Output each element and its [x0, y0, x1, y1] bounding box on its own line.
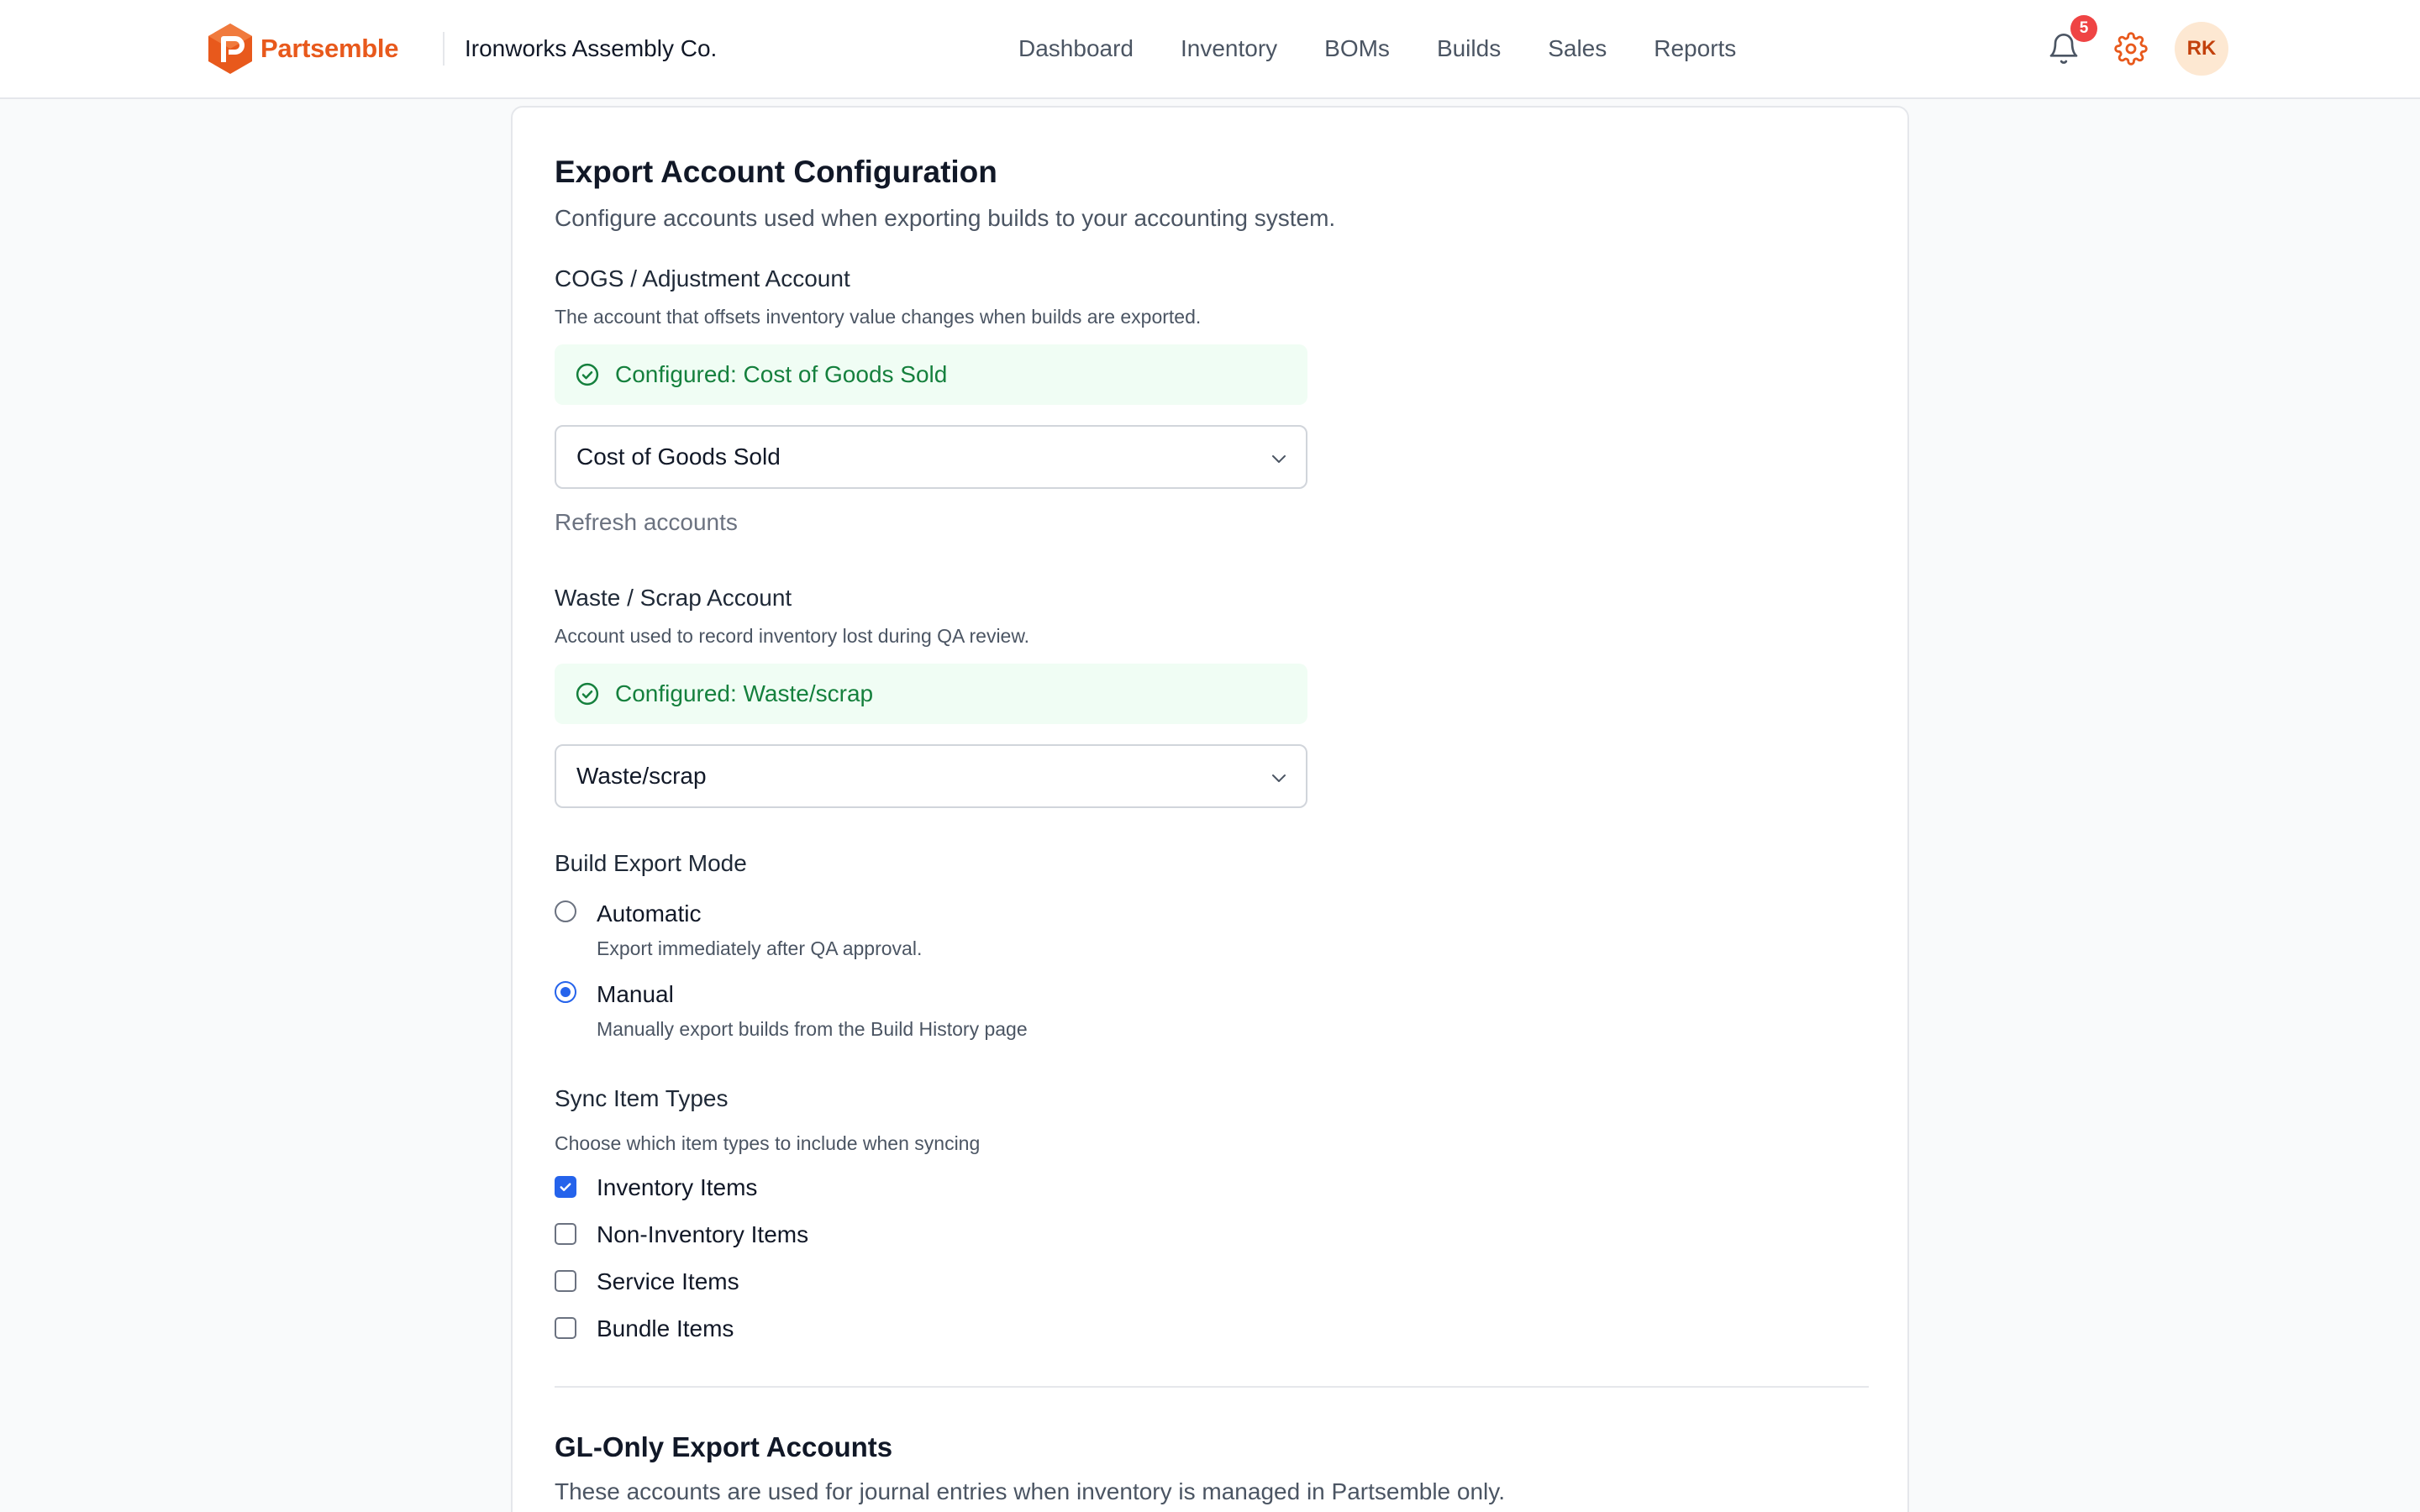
chevron-down-icon — [1272, 774, 1286, 782]
waste-status-banner: Configured: Waste/scrap — [555, 664, 1307, 724]
organization-name: Ironworks Assembly Co. — [465, 35, 718, 61]
sync-service-items-label[interactable]: Service Items — [597, 1268, 739, 1295]
cogs-account-select[interactable]: Cost of Goods Sold — [555, 425, 1307, 489]
export-mode-manual-radio[interactable] — [555, 981, 576, 1003]
cogs-status-text: Configured: Cost of Goods Sold — [615, 361, 948, 387]
main-nav: Dashboard Inventory BOMs Builds Sales Re… — [1018, 30, 1783, 67]
page-subtitle: Configure accounts used when exporting b… — [555, 205, 1336, 231]
section-divider — [555, 1386, 1869, 1388]
export-mode-automatic-description: Export immediately after QA approval. — [597, 937, 923, 959]
cogs-selected-value: Cost of Goods Sold — [576, 444, 781, 470]
export-config-card: Export Account Configuration Configure a… — [511, 106, 1909, 1512]
export-mode-manual-label[interactable]: Manual — [597, 981, 674, 1008]
nav-inventory[interactable]: Inventory — [1181, 30, 1277, 67]
waste-account-select[interactable]: Waste/scrap — [555, 744, 1307, 808]
gl-section-subtitle: These accounts are used for journal entr… — [555, 1478, 1505, 1504]
brand-name: Partsemble — [260, 34, 399, 63]
export-mode-automatic-label[interactable]: Automatic — [597, 900, 702, 927]
nav-builds[interactable]: Builds — [1437, 30, 1501, 67]
sync-inventory-items-label[interactable]: Inventory Items — [597, 1174, 757, 1201]
export-mode-label: Build Export Mode — [555, 850, 747, 876]
gear-icon[interactable] — [2114, 32, 2148, 66]
sync-types-help: Choose which item types to include when … — [555, 1132, 981, 1154]
cogs-status-banner: Configured: Cost of Goods Sold — [555, 344, 1307, 405]
checkmark-icon — [560, 1183, 571, 1191]
user-avatar[interactable]: RK — [2175, 22, 2228, 76]
brand-divider — [443, 32, 445, 66]
waste-account-help: Account used to record inventory lost du… — [555, 625, 1030, 647]
notification-count-badge: 5 — [2070, 15, 2097, 42]
sync-service-items-checkbox[interactable] — [555, 1270, 576, 1292]
page-title: Export Account Configuration — [555, 155, 997, 189]
sync-non-inventory-items-checkbox[interactable] — [555, 1223, 576, 1245]
export-mode-automatic-radio[interactable] — [555, 900, 576, 922]
waste-status-text: Configured: Waste/scrap — [615, 680, 874, 706]
nav-reports[interactable]: Reports — [1654, 30, 1736, 67]
nav-sales[interactable]: Sales — [1548, 30, 1607, 67]
sync-bundle-items-checkbox[interactable] — [555, 1317, 576, 1339]
sync-inventory-items-checkbox[interactable] — [555, 1176, 576, 1198]
sync-bundle-items-label[interactable]: Bundle Items — [597, 1315, 734, 1342]
chevron-down-icon — [1272, 455, 1286, 463]
sync-non-inventory-items-label[interactable]: Non-Inventory Items — [597, 1221, 808, 1248]
partsemble-logo-icon — [208, 24, 252, 74]
top-header: Partsemble Ironworks Assembly Co. Dashbo… — [0, 0, 2420, 99]
refresh-accounts-link[interactable]: Refresh accounts — [555, 509, 738, 536]
export-mode-manual-description: Manually export builds from the Build Hi… — [597, 1018, 1028, 1040]
waste-account-label: Waste / Scrap Account — [555, 585, 792, 611]
sync-types-label: Sync Item Types — [555, 1085, 729, 1111]
cogs-account-label: COGS / Adjustment Account — [555, 265, 850, 291]
check-circle-icon — [576, 682, 599, 706]
nav-dashboard[interactable]: Dashboard — [1018, 30, 1134, 67]
cogs-account-help: The account that offsets inventory value… — [555, 306, 1202, 328]
waste-selected-value: Waste/scrap — [576, 763, 707, 789]
brand-logo-link[interactable]: Partsemble — [207, 22, 398, 76]
nav-boms[interactable]: BOMs — [1324, 30, 1390, 67]
gl-section-title: GL-Only Export Accounts — [555, 1431, 893, 1462]
check-circle-icon — [576, 363, 599, 386]
